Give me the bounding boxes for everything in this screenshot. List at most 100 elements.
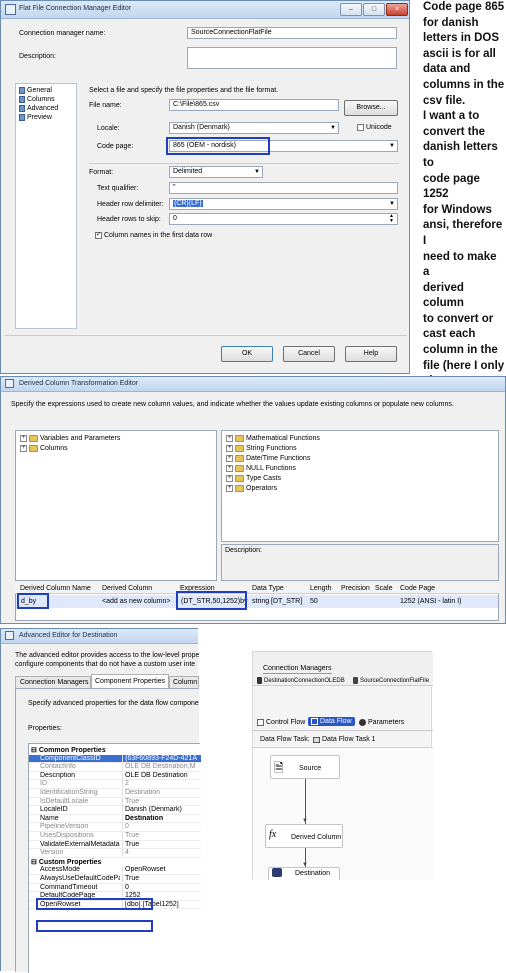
expand-icon[interactable]: + xyxy=(226,445,233,452)
tree-item-variables[interactable]: + Variables and Parameters xyxy=(20,435,120,442)
cancel-button[interactable]: Cancel xyxy=(283,346,335,362)
maximize-button[interactable]: □ xyxy=(363,3,385,16)
property-row[interactable]: LocaleID Danish (Denmark) xyxy=(29,806,201,815)
specify-text: Specify advanced properties for the data… xyxy=(28,700,199,707)
property-row[interactable]: AccessMode OpenRowset xyxy=(29,866,201,875)
property-value[interactable]: OpenRowset xyxy=(122,866,201,874)
property-row[interactable]: ID 2 xyxy=(29,780,201,789)
property-row[interactable]: ValidateExternalMetadata True xyxy=(29,840,201,850)
property-value[interactable]: 0 xyxy=(122,823,201,831)
tab-connection-managers[interactable]: Connection Managers xyxy=(15,676,91,688)
tab-data-flow[interactable]: Data Flow xyxy=(308,717,355,726)
tab-label: Control Flow xyxy=(266,719,306,726)
tab-component-properties[interactable]: Component Properties xyxy=(91,674,169,688)
close-button[interactable]: × xyxy=(386,3,408,16)
property-value[interactable]: Destination xyxy=(122,814,201,822)
expand-icon[interactable]: + xyxy=(20,445,27,452)
browse-button[interactable]: Browse... xyxy=(344,100,398,116)
header-row-delim-select[interactable]: {CR}{LF} ▼ xyxy=(169,198,398,210)
unicode-checkbox[interactable] xyxy=(357,124,364,131)
tree-item-datetime[interactable]: + Date/Time Functions xyxy=(226,455,310,462)
property-value[interactable]: 0 xyxy=(122,883,201,891)
cell-derived-column[interactable]: <add as new column> xyxy=(102,598,171,605)
connection-destination-oledb[interactable]: DestinationConnectionOLEDB xyxy=(257,677,345,684)
tree-item-operators[interactable]: + Operators xyxy=(226,485,277,492)
format-divider xyxy=(89,163,399,164)
data-flow-task-select[interactable]: Data Flow Task 1 xyxy=(313,736,376,743)
conn-name-input[interactable]: SourceConnectionFlatFile xyxy=(187,27,397,39)
locale-select[interactable]: Danish (Denmark) ▼ xyxy=(169,122,339,134)
expand-icon[interactable]: + xyxy=(226,475,233,482)
tree-item-type-casts[interactable]: + Type Casts xyxy=(226,475,281,482)
text-qualifier-input[interactable]: " xyxy=(169,182,398,194)
property-row[interactable]: IdentificationString Destination xyxy=(29,789,201,798)
ok-button[interactable]: OK xyxy=(221,346,273,362)
tree-item-columns[interactable]: + Columns xyxy=(20,445,68,452)
property-value[interactable]: OLE DB Destination xyxy=(122,771,201,779)
tree-item-label: Operators xyxy=(246,485,278,492)
property-row[interactable]: AlwaysUseDefaultCodePageTrue xyxy=(29,875,201,884)
column-names-checkbox[interactable]: ✓ xyxy=(95,232,102,239)
tree-item-mathematical[interactable]: + Mathematical Functions xyxy=(226,435,320,442)
expand-icon[interactable]: + xyxy=(226,465,233,472)
cell-data-type[interactable]: string [DT_STR] xyxy=(252,598,302,605)
property-row[interactable]: UsesDispositions True xyxy=(29,832,201,841)
collapse-icon[interactable]: ⊟ xyxy=(31,859,39,866)
format-select[interactable]: Delimited ▼ xyxy=(169,166,263,178)
note-line: ascii is for all xyxy=(423,47,496,60)
property-row[interactable]: IsDefaultLocale True xyxy=(29,797,201,807)
tree-item-null[interactable]: + NULL Functions xyxy=(226,465,296,472)
spin-arrows[interactable]: ▲ ▼ xyxy=(389,214,394,224)
property-value[interactable]: OLE DB Destination;M xyxy=(122,763,201,771)
property-value[interactable]: True xyxy=(122,832,201,839)
property-row[interactable]: ComponentClassID {63F60893-F24D-421A xyxy=(29,754,201,764)
nav-item-label: Advanced xyxy=(27,105,59,112)
connection-source-flatfile[interactable]: SourceConnectionFlatFile xyxy=(353,677,429,684)
note-line: danish letters to xyxy=(423,141,498,169)
always-use-default-codepage-highlight xyxy=(36,898,153,910)
description-input[interactable] xyxy=(187,47,397,69)
property-row[interactable]: Description OLE DB Destination xyxy=(29,771,201,781)
note-line: columns in the xyxy=(423,78,505,91)
property-row[interactable]: Name Destination xyxy=(29,814,201,824)
description-label: Description: xyxy=(19,53,56,60)
property-value[interactable]: 2 xyxy=(122,780,201,788)
property-value[interactable]: True xyxy=(122,875,201,882)
property-row[interactable]: CommandTimeout 0 xyxy=(29,883,201,893)
nav-item-general[interactable]: General xyxy=(19,87,52,94)
tab-column-mappings[interactable]: Column xyxy=(169,676,199,688)
property-value[interactable]: {63F60893-F24D-421A xyxy=(122,754,201,762)
property-category-header[interactable]: ⊟ Custom Properties xyxy=(31,858,101,866)
expand-icon[interactable]: + xyxy=(226,455,233,462)
property-row[interactable]: PipelineVersion 0 xyxy=(29,823,201,832)
help-button[interactable]: Help xyxy=(345,346,397,362)
nav-item-columns[interactable]: Columns xyxy=(19,96,55,103)
property-value[interactable]: Danish (Denmark) xyxy=(122,806,201,814)
header-rows-skip-input[interactable]: 0 xyxy=(169,213,398,225)
text-qualifier-label: Text qualifier: xyxy=(97,185,139,192)
unicode-checkbox-row[interactable]: Unicode xyxy=(357,124,392,131)
property-value[interactable]: 4 xyxy=(122,849,201,857)
expand-icon[interactable]: + xyxy=(226,435,233,442)
expand-icon[interactable]: + xyxy=(226,485,233,492)
tree-item-string[interactable]: + String Functions xyxy=(226,445,297,452)
minimize-button[interactable]: – xyxy=(340,3,362,16)
expand-icon[interactable]: + xyxy=(20,435,27,442)
tab-parameters[interactable]: Parameters xyxy=(359,719,404,726)
property-value[interactable]: True xyxy=(122,797,201,805)
property-category-header[interactable]: ⊟ Common Properties xyxy=(31,746,106,754)
chevron-down-icon: ▼ xyxy=(330,125,336,131)
note-line: csv file. xyxy=(423,94,466,107)
property-row[interactable]: ContactInfo OLE DB Destination;M xyxy=(29,763,201,772)
tab-control-flow[interactable]: Control Flow xyxy=(257,719,305,726)
file-name-input[interactable]: C:\File\865.csv xyxy=(169,99,339,111)
property-row[interactable]: Version 4 xyxy=(29,849,201,858)
nav-item-preview[interactable]: Preview xyxy=(19,114,52,121)
cell-length[interactable]: 50 xyxy=(310,598,318,605)
property-value[interactable]: Destination xyxy=(122,789,201,796)
column-names-checkbox-row[interactable]: ✓ Column names in the first data row xyxy=(95,232,212,239)
collapse-icon[interactable]: ⊟ xyxy=(31,747,39,754)
property-value[interactable]: True xyxy=(122,840,201,848)
cell-code-page[interactable]: 1252 (ANSI - latin I) xyxy=(400,598,461,605)
nav-item-advanced[interactable]: Advanced xyxy=(19,105,58,112)
